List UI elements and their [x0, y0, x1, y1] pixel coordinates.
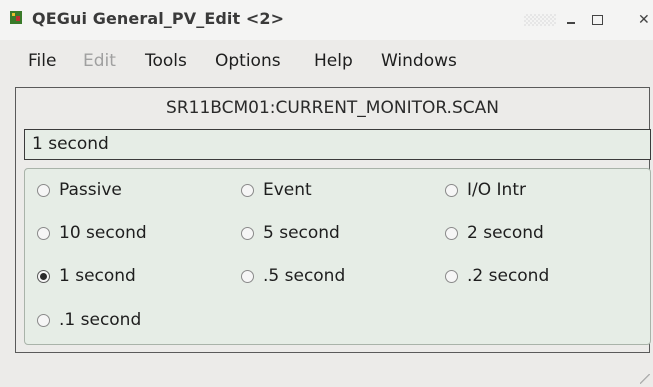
qegui-app-icon [10, 11, 22, 24]
menu-options[interactable]: Options [215, 51, 281, 71]
radio-option-5-second[interactable]: 5 second [241, 221, 340, 245]
radio-option-event[interactable]: Event [241, 178, 312, 202]
radio-option-label: 1 second [59, 266, 136, 286]
pv-name-label: SR11BCM01:CURRENT_MONITOR.SCAN [166, 98, 499, 118]
radio-option-label: 2 second [467, 223, 544, 243]
radio-option-label: Event [263, 180, 312, 200]
menu-tools[interactable]: Tools [145, 51, 187, 71]
radio-option-label: 5 second [263, 223, 340, 243]
menu-windows[interactable]: Windows [381, 51, 457, 71]
maximize-icon[interactable] [589, 12, 605, 28]
radio-option-10-second[interactable]: 10 second [37, 221, 147, 245]
radio-button-icon[interactable] [37, 226, 50, 240]
radio-button-icon[interactable] [445, 183, 458, 197]
close-icon[interactable]: ✕ [638, 12, 652, 28]
radio-option-io-intr[interactable]: I/O Intr [445, 178, 526, 202]
title-bar[interactable]: QEGui General_PV_Edit <2> ✕ [0, 0, 653, 40]
radio-option-passive[interactable]: Passive [37, 178, 122, 202]
radio-option-label: Passive [59, 180, 122, 200]
radio-option-label: .2 second [467, 266, 550, 286]
radio-option-2-second[interactable]: 2 second [445, 221, 544, 245]
menu-file[interactable]: File [28, 51, 56, 71]
radio-option-0-1-second[interactable]: .1 second [37, 308, 141, 332]
radio-button-icon[interactable] [445, 269, 458, 283]
radio-option-label: .5 second [263, 266, 346, 286]
current-value-field: 1 second [24, 129, 651, 160]
window-title: QEGui General_PV_Edit <2> [32, 9, 285, 28]
radio-button-icon[interactable] [37, 183, 50, 197]
radio-option-label: 10 second [59, 223, 147, 243]
radio-button-icon[interactable] [241, 269, 254, 283]
pv-edit-frame: SR11BCM01:CURRENT_MONITOR.SCAN 1 second … [15, 87, 651, 353]
menu-help[interactable]: Help [314, 51, 353, 71]
menu-bar: File Edit Tools Options Help Windows [0, 40, 653, 80]
radio-option-0-5-second[interactable]: .5 second [241, 264, 345, 288]
title-bar-pattern [524, 14, 556, 26]
radio-option-0-2-second[interactable]: .2 second [445, 264, 549, 288]
radio-option-label: .1 second [59, 310, 142, 330]
radio-button-checked-icon[interactable] [37, 269, 50, 283]
radio-button-icon[interactable] [37, 313, 50, 327]
scan-options-group: Passive Event I/O Intr 10 second 5 secon… [24, 168, 651, 345]
radio-button-icon[interactable] [445, 226, 458, 240]
menu-edit: Edit [83, 51, 116, 71]
radio-button-icon[interactable] [241, 183, 254, 197]
resize-grip-icon[interactable] [640, 374, 650, 384]
radio-option-label: I/O Intr [467, 180, 526, 200]
radio-option-1-second[interactable]: 1 second [37, 264, 136, 288]
radio-button-icon[interactable] [241, 226, 254, 240]
minimize-icon[interactable] [563, 12, 579, 28]
